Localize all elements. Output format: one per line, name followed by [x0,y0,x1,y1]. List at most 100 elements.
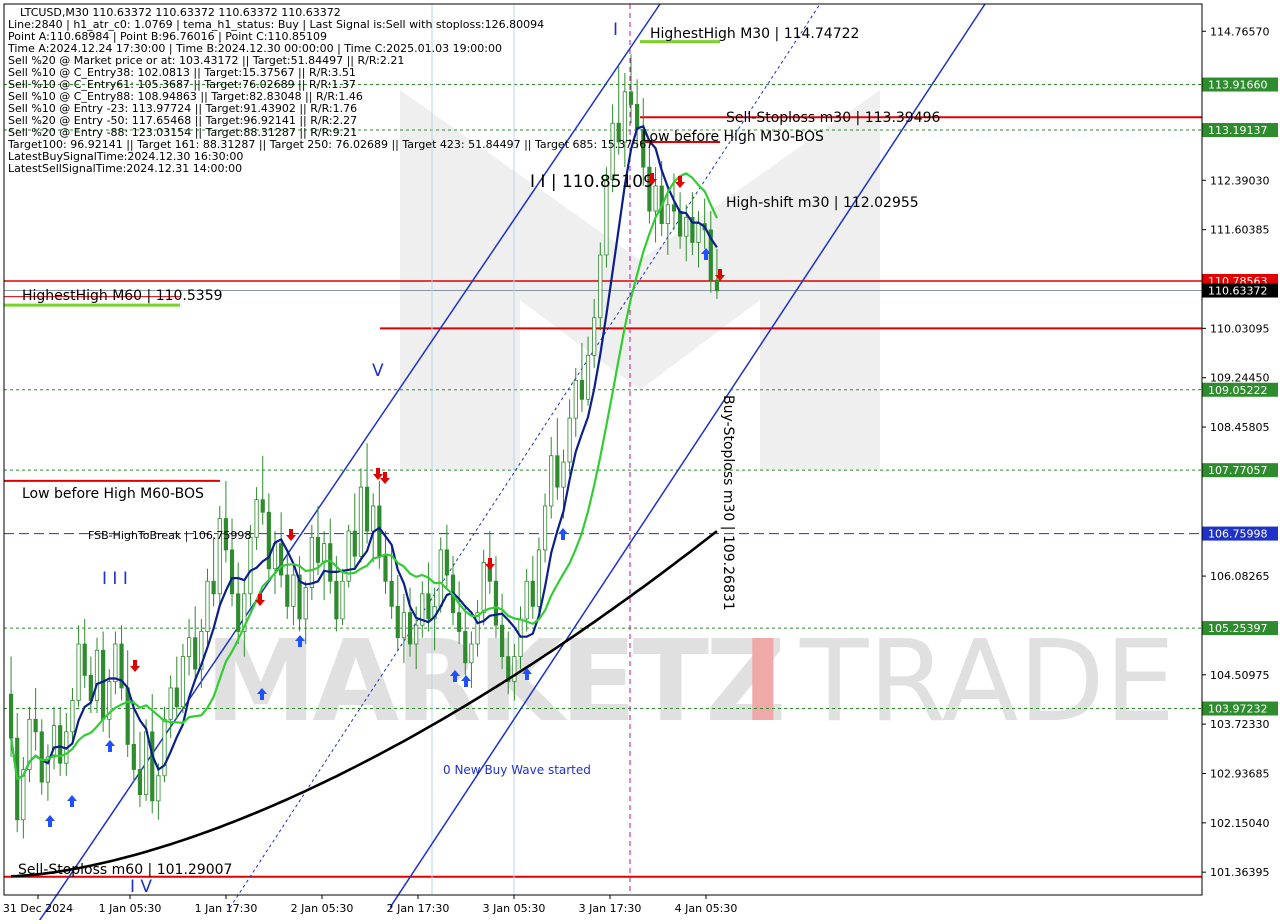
y-tick-label: 103.72330 [1210,718,1270,731]
candle-body [463,631,468,664]
candle-body [592,317,597,356]
candle-body [285,574,290,607]
y-tick-label: 112.39030 [1210,174,1270,187]
candle-body [635,103,640,130]
high-shift-m30-label: High-shift m30 | 112.02955 [726,195,919,211]
candle-body [628,91,634,105]
candle-body [82,643,87,676]
wave-label-v: V [372,361,384,381]
x-tick-label: 1 Jan 17:30 [195,902,258,915]
candle-body [493,580,499,626]
candle-body [567,417,572,463]
candle-body [180,656,186,708]
watermark-text-accent: I [742,617,784,747]
candle-body [438,549,443,607]
candle-body [371,505,376,532]
candle-body [426,593,431,620]
x-tick-label: 2 Jan 05:30 [291,902,354,915]
y-tick-label: 102.15040 [1210,817,1270,830]
x-tick-label: 1 Jan 05:30 [99,902,162,915]
sell-stoploss-m60-label: Sell-Stoploss m60 | 101.29007 [18,862,232,878]
x-tick-label: 31 Dec 2024 [3,902,73,915]
y-tick-label: 101.36395 [1210,866,1270,879]
candle-body [186,637,192,657]
candle-body [309,536,314,588]
price-level-label: 103.97232 [1208,702,1268,715]
candle-body [58,725,63,764]
y-tick-label: 104.50975 [1210,669,1270,682]
x-tick-label: 2 Jan 17:30 [387,902,450,915]
chart-area[interactable]: MARKETZ I TRADE 113.91660 113.19137 110.7856… [0,0,1280,924]
watermark-text-right: TRADE [799,617,1175,747]
candle-body [524,580,529,620]
candle-body [150,731,155,802]
candle-body [542,505,548,551]
x-tick-label: 3 Jan 05:30 [483,902,546,915]
y-tick-label: 106.08265 [1210,570,1270,583]
y-tick-label: 114.76570 [1210,25,1270,38]
candle-body [193,637,198,670]
candle-body [665,204,670,225]
price-chart[interactable]: MARKETZI TRADE 113.91660113.19137110.7856… [0,0,1280,924]
y-tick-label: 102.93685 [1210,767,1270,780]
candle-body [211,580,216,595]
price-level-label: 113.91660 [1208,79,1268,92]
candle-body [266,511,271,570]
low-before-high-m60-label: Low before High M60-BOS [22,486,204,502]
candle-body [205,580,210,632]
y-tick-label: 110.03095 [1210,322,1270,335]
candle-body [469,643,474,664]
candle-body [684,216,689,237]
candle-body [457,612,462,632]
candle-body [113,643,118,683]
candle-body [334,580,339,620]
info-line: LatestSellSignalTime:2024.12.31 14:00:00 [8,162,242,175]
candle-body [622,91,627,143]
candle-body [8,693,14,739]
candle-body [248,536,253,595]
candle-body [579,380,584,400]
candle-body [137,769,143,796]
candle-body [653,185,658,212]
price-level-label: 113.19137 [1208,124,1268,137]
low-before-high-m30-label: Low before High M30-BOS [642,129,824,145]
candle-body [322,543,327,563]
candle-body [536,549,542,607]
candle-body [125,687,130,745]
buy-stoploss-m30-label: Buy-Stoploss m30 | 109.26831 [720,395,736,611]
candle-body [174,687,179,708]
candle-body [303,587,308,620]
candle-body [696,223,701,243]
candle-body [229,549,235,595]
candle-body [481,562,486,614]
sell-stoploss-m30-label: Sell-Stoploss m30 | 113.39496 [726,110,941,126]
candle-body [236,593,241,632]
y-tick-label: 111.60385 [1210,224,1270,237]
candle-body [156,775,161,802]
highest-high-m60-label: HighestHigh M60 | 110.5359 [22,288,223,304]
candle-body [414,624,419,645]
candle-body [70,700,75,733]
candle-body [340,580,345,620]
candle-body [279,543,284,576]
price-level-label: 106.75998 [1208,528,1268,541]
candle-body [389,580,394,607]
candle-body [671,204,677,212]
candle-body [358,486,364,557]
candle-body [260,499,265,513]
watermark-text-left: MARKETZ [205,617,782,747]
candle-body [561,461,566,488]
new-buy-wave-label: 0 New Buy Wave started [443,763,591,777]
candle-body [76,643,81,701]
y-tick-label: 108.45805 [1210,421,1270,434]
x-tick-label: 3 Jan 17:30 [579,902,642,915]
candle-body [364,486,370,532]
wave-label-iv: I V [130,877,152,897]
candle-body [383,555,388,582]
wave-label-i: I [613,20,618,40]
candle-body [585,354,591,400]
candle-body [131,744,136,770]
wave-label-iii: I I I [102,569,128,589]
candle-body [555,455,560,488]
candle-body [291,574,296,607]
